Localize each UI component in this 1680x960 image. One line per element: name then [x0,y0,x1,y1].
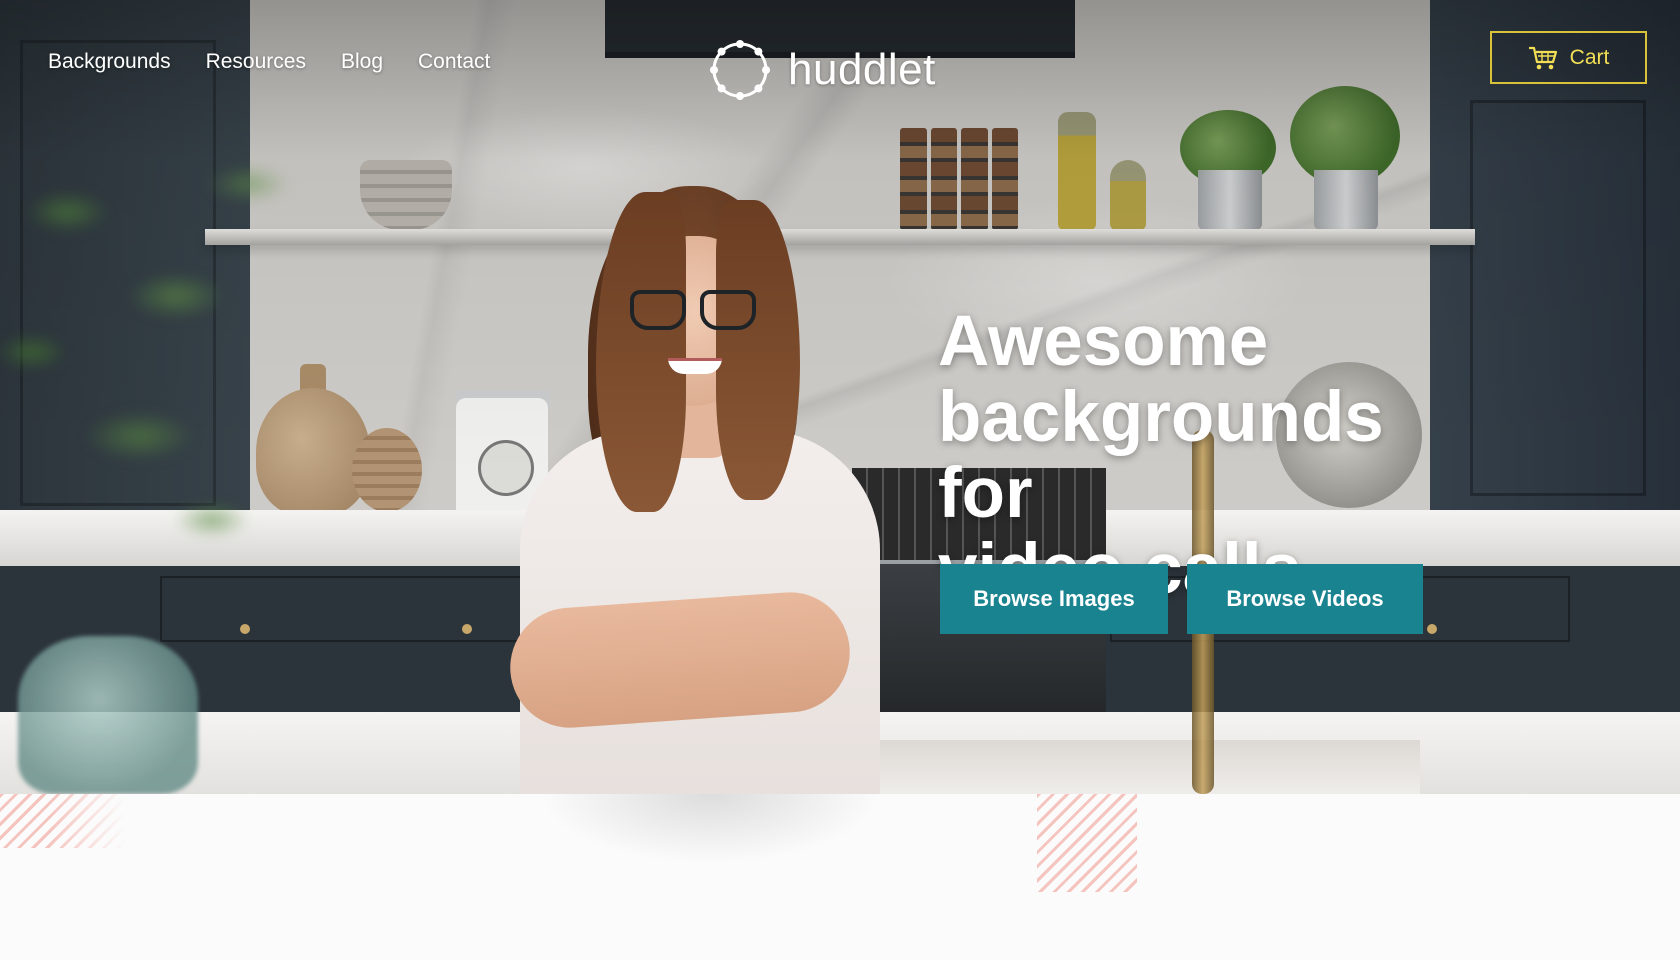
headline-line: Awesome [938,302,1269,381]
hero-headline: Awesome backgrounds for video calls [938,304,1498,608]
logo-text: huddlet [788,45,936,94]
portrait-shadow [540,794,880,864]
decorative-stripes [0,794,125,848]
ring-of-dots-icon [708,38,772,102]
site-logo[interactable]: huddlet [708,38,936,102]
nav-resources-link[interactable]: Resources [206,50,306,74]
browse-videos-button[interactable]: Browse Videos [1187,564,1423,634]
browse-images-button[interactable]: Browse Images [940,564,1168,634]
nav-contact-link[interactable]: Contact [418,50,490,74]
cart-label: Cart [1569,45,1610,69]
cart-button[interactable]: Cart [1490,31,1647,84]
glasses [628,290,758,332]
main-nav: Backgrounds Resources Blog Contact [48,50,525,74]
woman-portrait [506,180,890,794]
headline-line: backgrounds for [938,378,1384,533]
nav-blog-link[interactable]: Blog [341,50,383,74]
nav-backgrounds-link[interactable]: Backgrounds [48,50,171,74]
shopping-cart-icon [1528,45,1558,71]
decorative-stripes [1037,794,1137,892]
crossed-arms [506,588,854,732]
